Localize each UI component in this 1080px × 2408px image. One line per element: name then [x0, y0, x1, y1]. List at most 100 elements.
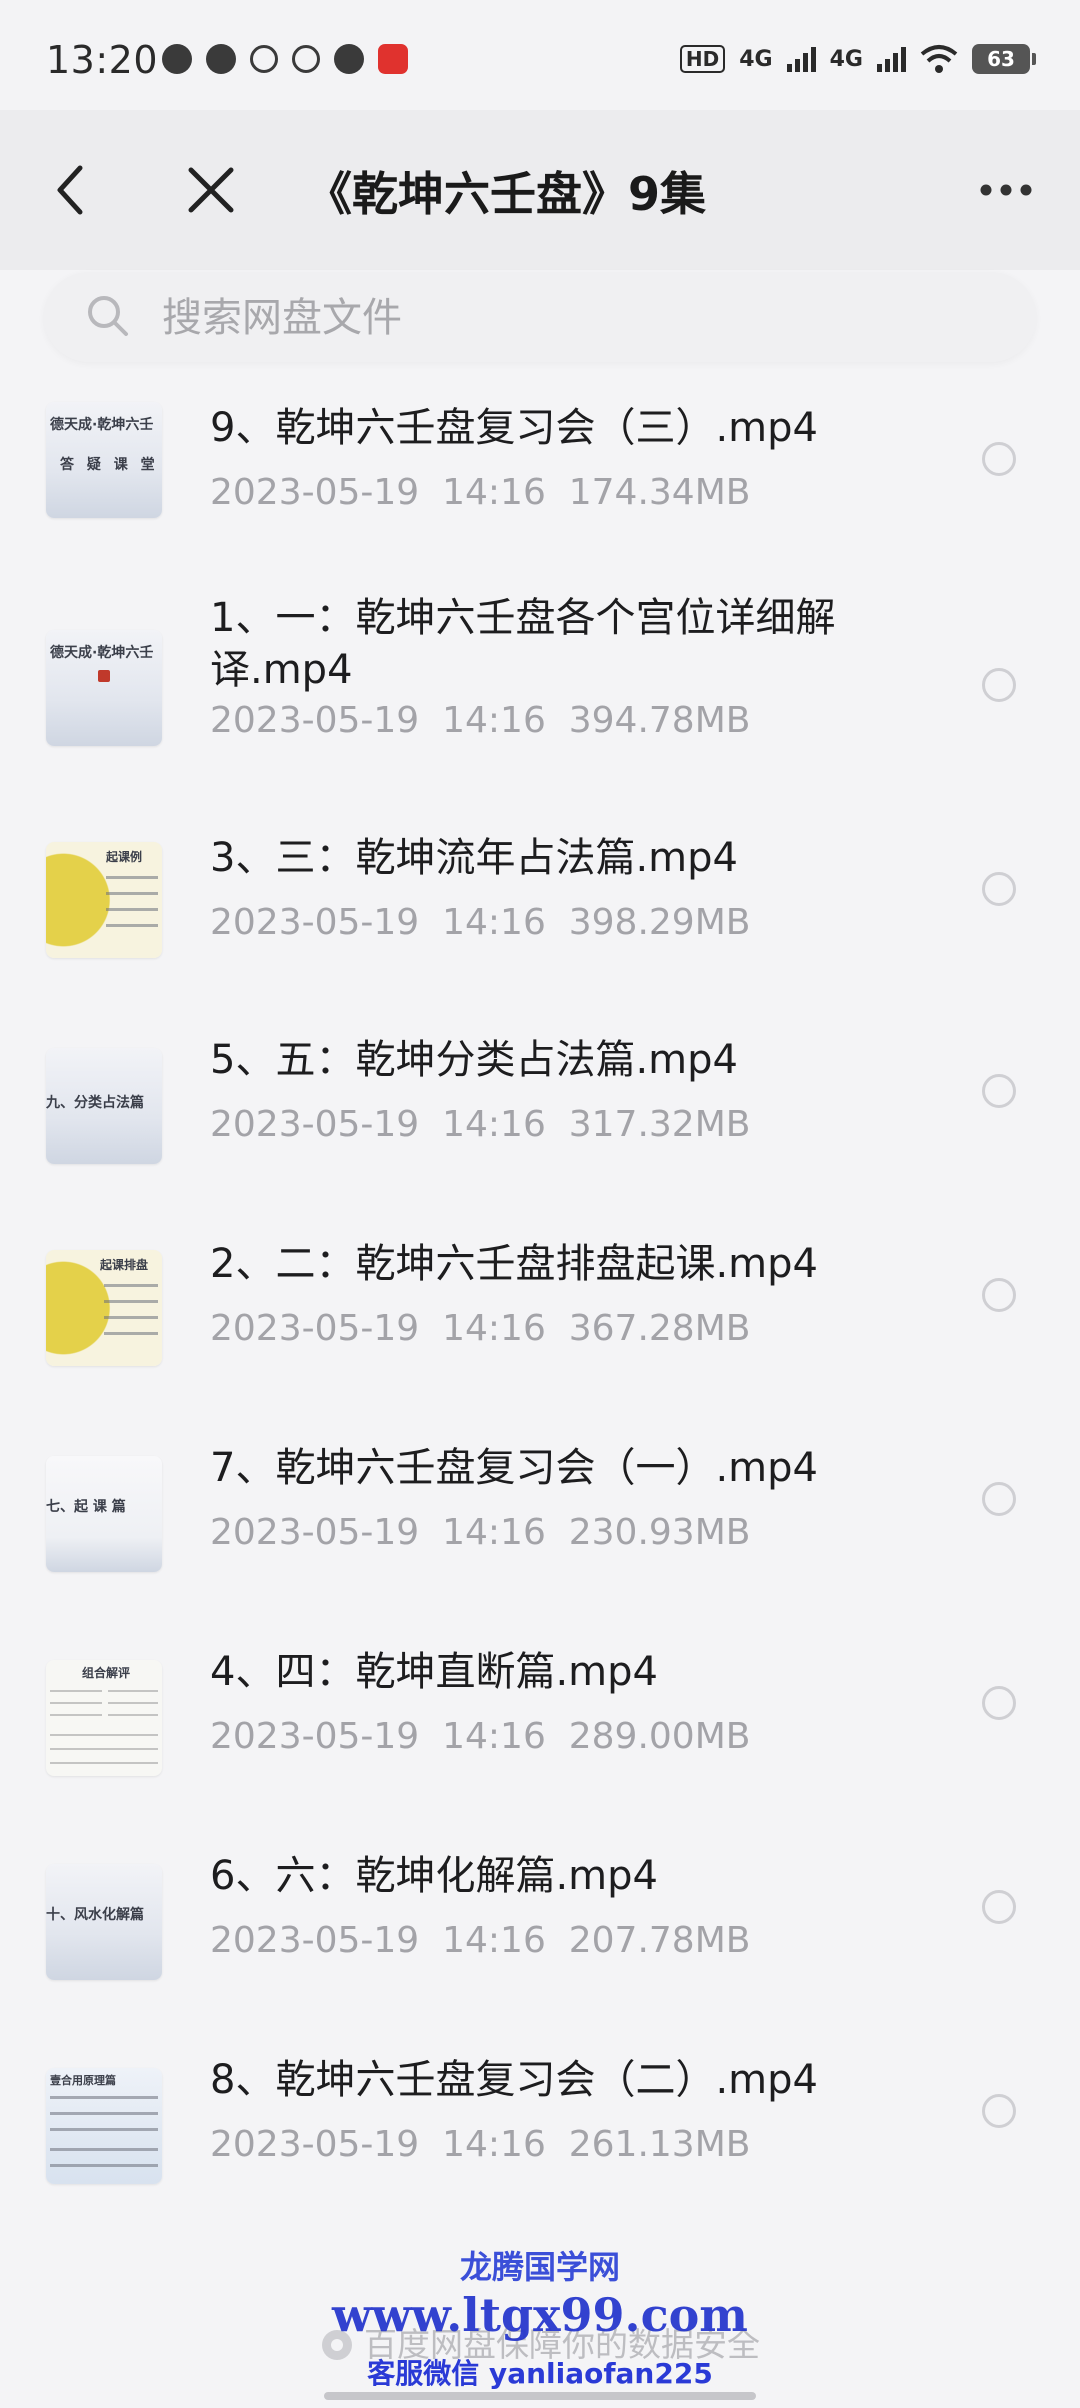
file-date: 2023-05-19 [210, 472, 420, 513]
select-radio[interactable] [982, 1890, 1016, 1924]
file-meta: 2023-05-19 14:16 207.78MB [210, 1920, 750, 1961]
message-icon [334, 44, 364, 74]
hd-badge: HD [679, 45, 726, 73]
compass-icon [162, 44, 192, 74]
thumbnail-caption: 组合解评 [82, 1666, 131, 1680]
file-time: 14:16 [442, 1512, 546, 1553]
net-label-1: 4G [739, 46, 773, 72]
file-date: 2023-05-19 [210, 902, 420, 943]
thumbnail-caption: 起课排盘 [100, 1258, 149, 1272]
file-time: 14:16 [442, 700, 546, 741]
file-time: 14:16 [442, 1308, 546, 1349]
list-item[interactable]: 组合解评 4、四：乾坤直断篇.mp4 2023-05-19 14:16 289.… [0, 1616, 1080, 1816]
file-name: 7、乾坤六壬盘复习会（一）.mp4 [210, 1445, 818, 1491]
status-app-icons [162, 44, 408, 74]
thumbnail-caption: 九、分类占法篇 [46, 1095, 144, 1111]
file-name: 2、二：乾坤六壬盘排盘起课.mp4 [210, 1241, 818, 1287]
video-thumbnail: 九、分类占法篇 [46, 1048, 162, 1164]
select-radio[interactable] [982, 1686, 1016, 1720]
link-icon-2 [292, 45, 320, 73]
file-time: 14:16 [442, 2124, 546, 2165]
file-meta: 2023-05-19 14:16 230.93MB [210, 1512, 750, 1553]
thumbnail-caption: 壹合用原理篇 [50, 2074, 116, 2087]
thumbnail-caption: 起课例 [106, 850, 143, 864]
file-date: 2023-05-19 [210, 2124, 420, 2165]
file-size: 261.13MB [568, 2124, 751, 2165]
video-thumbnail: 十、风水化解篇 [46, 1864, 162, 1980]
video-thumbnail: 组合解评 [46, 1660, 162, 1776]
select-radio[interactable] [982, 1074, 1016, 1108]
search-icon [88, 296, 128, 336]
select-radio[interactable] [982, 442, 1016, 476]
file-name: 9、乾坤六壬盘复习会（三）.mp4 [210, 405, 818, 451]
select-radio[interactable] [982, 2094, 1016, 2128]
thumbnail-caption: 答 疑 课 堂 [60, 457, 159, 473]
list-item[interactable]: 德天成·乾坤六壬 1、一：乾坤六壬盘各个宫位详细解译.mp4 2023-05-1… [0, 570, 1080, 800]
select-radio[interactable] [982, 872, 1016, 906]
list-item[interactable]: 德天成·乾坤六壬 答 疑 课 堂 9、乾坤六壬盘复习会（三）.mp4 2023-… [0, 370, 1080, 570]
file-size: 230.93MB [568, 1512, 751, 1553]
file-time: 14:16 [442, 902, 546, 943]
page-title: 《乾坤六壬盘》9集 [306, 167, 707, 221]
app-red-icon [378, 44, 408, 74]
more-options-icon[interactable] [976, 172, 1036, 208]
close-button[interactable] [183, 162, 239, 218]
list-item[interactable]: 起课排盘 2、二：乾坤六壬盘排盘起课.mp4 2023-05-19 14:16 … [0, 1208, 1080, 1408]
file-date: 2023-05-19 [210, 1512, 420, 1553]
file-date: 2023-05-19 [210, 1716, 420, 1757]
file-meta: 2023-05-19 14:16 317.32MB [210, 1104, 750, 1145]
seal-mark [98, 670, 110, 682]
file-size: 394.78MB [568, 700, 751, 741]
status-indicators: HD 4G 4G 63 [679, 44, 1036, 74]
status-time: 13:20 [46, 38, 159, 82]
file-meta: 2023-05-19 14:16 367.28MB [210, 1308, 750, 1349]
thumbnail-caption: 十、风水化解篇 [46, 1907, 144, 1923]
file-size: 317.32MB [568, 1104, 751, 1145]
list-item[interactable]: 壹合用原理篇 8、乾坤六壬盘复习会（二）.mp4 2023-05-19 14:1… [0, 2024, 1080, 2224]
file-name: 5、五：乾坤分类占法篇.mp4 [210, 1037, 738, 1083]
video-thumbnail: 壹合用原理篇 [46, 2068, 162, 2184]
file-date: 2023-05-19 [210, 1104, 420, 1145]
file-meta: 2023-05-19 14:16 174.34MB [210, 472, 750, 513]
select-radio[interactable] [982, 668, 1016, 702]
file-date: 2023-05-19 [210, 1920, 420, 1961]
file-meta: 2023-05-19 14:16 398.29MB [210, 902, 750, 943]
file-size: 367.28MB [568, 1308, 751, 1349]
signal-icon-2 [877, 46, 906, 72]
net-label-2: 4G [829, 46, 863, 72]
watermark-contact: 客服微信 yanliaofan225 [367, 2357, 713, 2390]
thumbnail-caption: 德天成·乾坤六壬 [50, 417, 154, 433]
nav-bar: 《乾坤六壬盘》9集 [0, 110, 1080, 270]
thumbnail-caption: 七、起 课 篇 [46, 1499, 126, 1515]
file-time: 14:16 [442, 1920, 546, 1961]
list-item[interactable]: 七、起 课 篇 7、乾坤六壬盘复习会（一）.mp4 2023-05-19 14:… [0, 1412, 1080, 1612]
file-name: 4、四：乾坤直断篇.mp4 [210, 1649, 658, 1695]
file-time: 14:16 [442, 1104, 546, 1145]
video-thumbnail: 七、起 课 篇 [46, 1456, 162, 1572]
video-thumbnail: 德天成·乾坤六壬 答 疑 课 堂 [46, 402, 162, 518]
file-size: 289.00MB [568, 1716, 751, 1757]
file-name: 1、一：乾坤六壬盘各个宫位详细解译.mp4 [210, 595, 836, 693]
home-indicator[interactable] [324, 2392, 756, 2400]
search-input[interactable] [160, 290, 984, 346]
select-radio[interactable] [982, 1278, 1016, 1312]
list-item[interactable]: 起课例 3、三：乾坤流年占法篇.mp4 2023-05-19 14:16 398… [0, 800, 1080, 1000]
list-item[interactable]: 十、风水化解篇 6、六：乾坤化解篇.mp4 2023-05-19 14:16 2… [0, 1820, 1080, 2020]
file-meta: 2023-05-19 14:16 394.78MB [210, 700, 750, 741]
file-date: 2023-05-19 [210, 700, 420, 741]
file-size: 174.34MB [568, 472, 751, 513]
battery-icon: 63 [972, 44, 1036, 74]
video-thumbnail: 起课例 [46, 842, 162, 958]
signal-icon [786, 46, 816, 72]
watermark-url: www.ltgx99.com [332, 2288, 748, 2342]
video-thumbnail: 德天成·乾坤六壬 [46, 630, 162, 746]
file-name: 6、六：乾坤化解篇.mp4 [210, 1853, 658, 1899]
file-meta: 2023-05-19 14:16 289.00MB [210, 1716, 750, 1757]
back-button[interactable] [50, 162, 90, 218]
search-box[interactable] [44, 272, 1036, 362]
file-time: 14:16 [442, 1716, 546, 1757]
select-radio[interactable] [982, 1482, 1016, 1516]
list-item[interactable]: 九、分类占法篇 5、五：乾坤分类占法篇.mp4 2023-05-19 14:16… [0, 1004, 1080, 1204]
file-name: 8、乾坤六壬盘复习会（二）.mp4 [210, 2057, 818, 2103]
file-time: 14:16 [442, 472, 546, 513]
